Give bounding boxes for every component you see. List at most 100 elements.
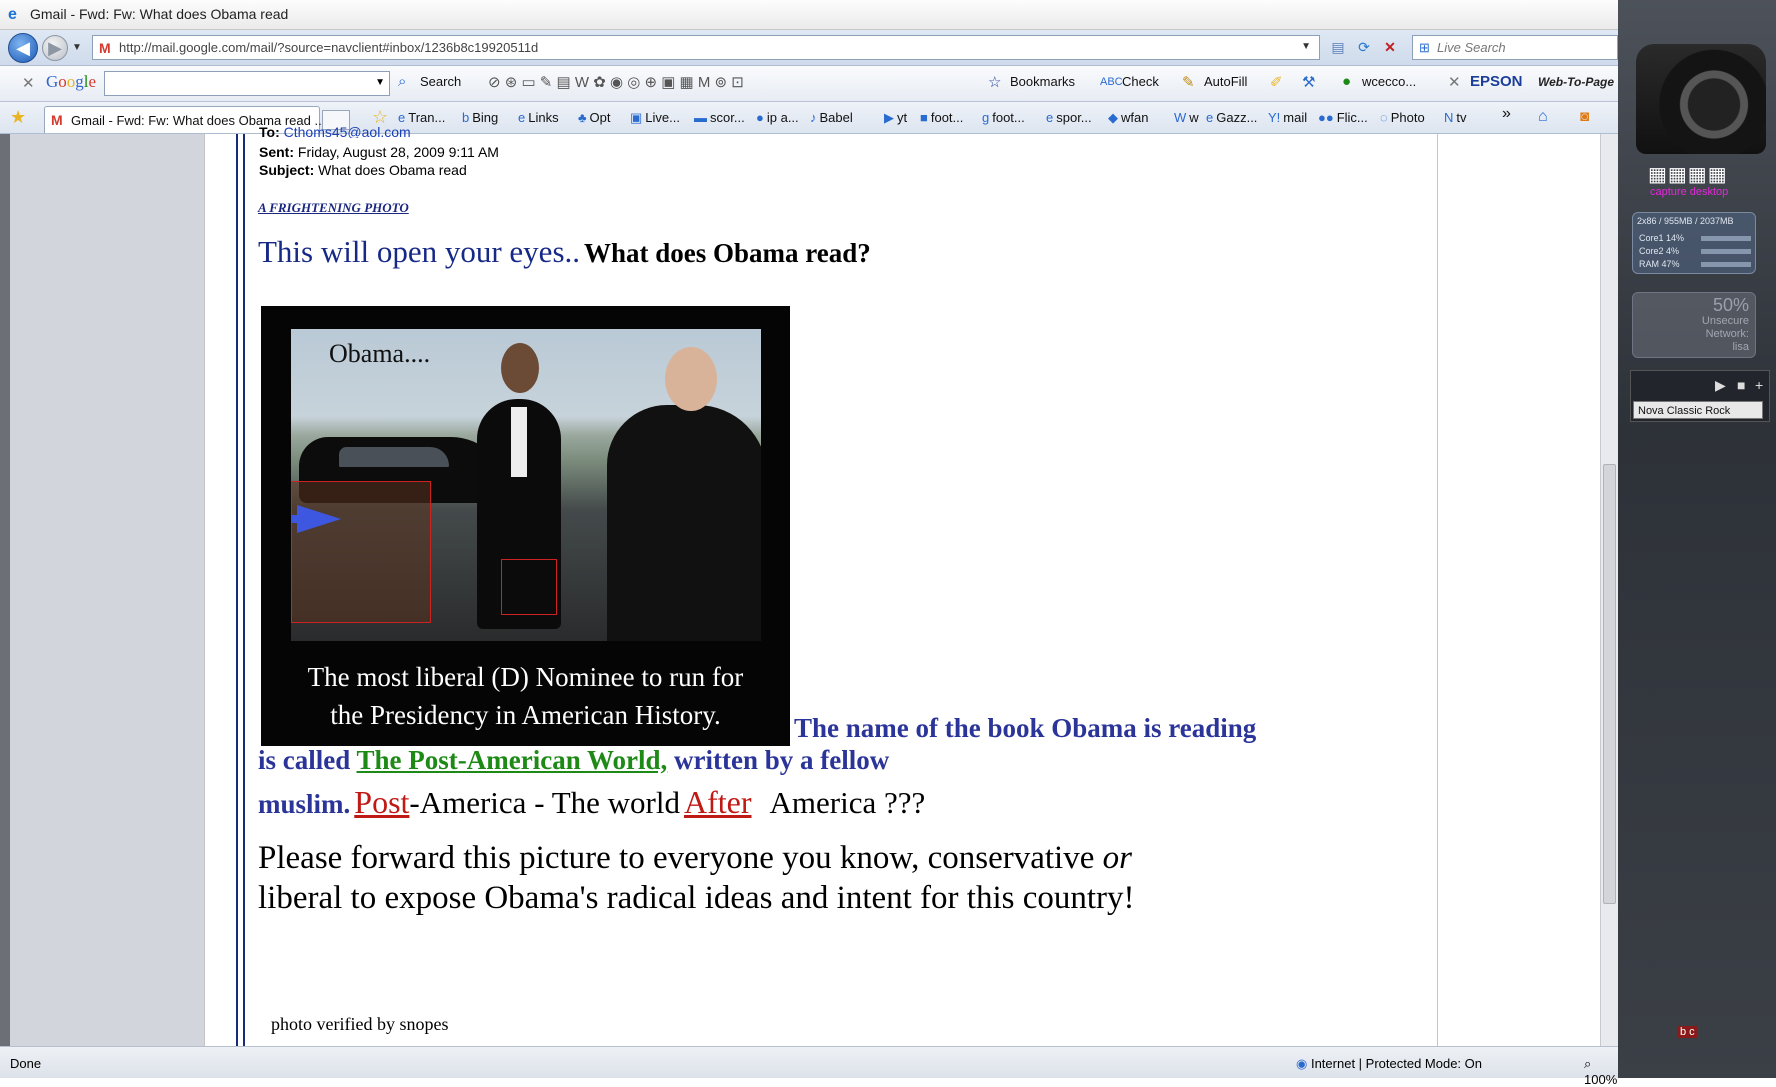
book-title-link[interactable]: The Post-American World,	[357, 745, 668, 775]
rss-feed-icon[interactable]: ◙	[1580, 108, 1589, 125]
network-line1: Unsecure	[1701, 315, 1749, 327]
car-window	[339, 447, 449, 467]
network-percent: 50%	[1712, 295, 1749, 315]
favorite-link[interactable]: e Links	[518, 110, 559, 125]
flickr-icon: ●●	[1318, 110, 1334, 125]
favorite-label: Bing	[472, 110, 499, 125]
para2-text-b: liberal to expose Obama's radical ideas …	[258, 880, 1135, 916]
book-highlight-box	[501, 559, 557, 615]
radio-gadget: ▶ ■ + Nova Classic Rock	[1630, 370, 1770, 422]
muslim-text: muslim.	[258, 789, 351, 819]
second-man-head	[665, 347, 717, 411]
favorite-link[interactable]: b Bing	[462, 110, 498, 125]
cpu-title: 2x86 / 955MB / 2037MB	[1637, 216, 1734, 226]
home-icon[interactable]: ⌂	[1538, 108, 1548, 126]
sent-value: Friday, August 28, 2009 9:11 AM	[297, 144, 499, 160]
highlight-icon[interactable]: ✐	[1270, 73, 1283, 91]
favorite-link[interactable]: ●● Flic...	[1318, 110, 1368, 125]
web-to-page-button[interactable]: Web-To-Page	[1538, 75, 1614, 89]
favorite-label: Photo	[1390, 110, 1425, 125]
globe-icon: ◉	[1296, 1056, 1308, 1071]
stop-icon[interactable]: ■	[1737, 377, 1745, 393]
close-toolbar-icon[interactable]: ✕	[22, 74, 35, 92]
favorite-link[interactable]: Ww	[1174, 110, 1199, 125]
google-search-input[interactable]: ▼	[104, 71, 390, 96]
radio-station-select[interactable]: Nova Classic Rock	[1633, 401, 1763, 419]
obama-shirt	[511, 407, 527, 477]
wcecco-button[interactable]: wcecco...	[1362, 74, 1416, 89]
cpu-row: Core2 4%	[1639, 246, 1680, 256]
favorite-link[interactable]: ◆ wfan	[1108, 110, 1148, 126]
add-icon[interactable]: +	[1755, 377, 1763, 393]
favorites-star-icon[interactable]: ★	[10, 107, 26, 128]
address-dropdown-icon[interactable]: ▼	[1301, 41, 1311, 52]
score-icon: ▬	[694, 110, 707, 125]
autofill-button[interactable]: AutoFill	[1204, 74, 1247, 89]
live-search-placeholder[interactable]: Live Search	[1437, 40, 1506, 55]
capture-desktop-label[interactable]: capture desktop	[1650, 186, 1728, 198]
address-url[interactable]: http://mail.google.com/mail/?source=navc…	[119, 40, 538, 55]
more-favorites-icon[interactable]: »	[1502, 105, 1511, 123]
para2-text-a: Please forward this picture to everyone …	[258, 840, 1095, 876]
search-icon[interactable]: ⌕	[398, 73, 406, 90]
address-bar[interactable]: M http://mail.google.com/mail/?source=na…	[92, 35, 1320, 60]
favorite-link[interactable]: ▣ Live...	[630, 110, 680, 126]
to-email-link[interactable]: Cthoms45@aol.com	[284, 124, 411, 138]
compatibility-view-icon[interactable]: ▤	[1328, 36, 1348, 58]
gmail-tab-icon: M	[51, 112, 63, 128]
subject-value: What does Obama read	[318, 162, 467, 178]
gmail-favicon-icon: M	[99, 40, 111, 56]
wikipedia-icon: W	[1174, 110, 1187, 125]
stop-icon[interactable]: ✕	[1380, 36, 1400, 58]
check-button[interactable]: Check	[1122, 74, 1159, 89]
photo-scene: Obama....	[291, 329, 761, 641]
google-logo: Google	[46, 72, 97, 91]
favorite-link[interactable]: e Gazz...	[1206, 110, 1257, 125]
wfan-icon: ◆	[1108, 110, 1118, 125]
favorite-link[interactable]: e Tran...	[398, 110, 445, 125]
favorite-link[interactable]: ♪ Babel	[810, 110, 853, 125]
google-search-button[interactable]: Search	[420, 74, 461, 89]
favorite-link[interactable]: e spor...	[1046, 110, 1092, 125]
favorite-link[interactable]: g foot...	[982, 110, 1025, 125]
favorite-label: wfan	[1121, 110, 1149, 125]
favorite-label: w	[1189, 110, 1199, 125]
status-text: Done	[10, 1056, 42, 1071]
quote-bar	[243, 134, 245, 1046]
favorite-label: foot...	[992, 110, 1025, 125]
forward-button[interactable]: ▶	[42, 35, 68, 61]
favorite-label: Babel	[819, 110, 853, 125]
favorite-link[interactable]: ◌ Photo	[1380, 110, 1425, 125]
camera-gadget-icon[interactable]	[1636, 44, 1766, 154]
history-dropdown-icon[interactable]: ▼	[72, 42, 82, 53]
vertical-scrollbar[interactable]	[1600, 134, 1618, 1046]
cpu-bar	[1701, 236, 1751, 241]
favorite-link[interactable]: ▶ yt	[884, 110, 907, 126]
live-search-box[interactable]: ⊞ Live Search	[1412, 35, 1618, 60]
favorite-link[interactable]: ■ foot...	[920, 110, 963, 125]
favorite-link[interactable]: Y! mail	[1268, 110, 1307, 125]
google-search-dropdown-icon[interactable]: ▼	[375, 77, 385, 88]
play-icon[interactable]: ▶	[1715, 377, 1726, 394]
after-text: After	[683, 784, 752, 820]
favorite-link[interactable]: ♣ Opt	[578, 110, 611, 125]
gmail-left-panel	[10, 134, 204, 1046]
bookmarks-button[interactable]: Bookmarks	[1010, 74, 1075, 89]
ie-logo-icon: e	[8, 6, 17, 23]
ie-page-icon: e	[1206, 110, 1214, 125]
zoom-control[interactable]: ⌕ 100%	[1584, 1056, 1618, 1087]
settings-wrench-icon[interactable]: ⚒	[1302, 73, 1315, 91]
favorite-link[interactable]: Ntv	[1444, 110, 1467, 125]
frightening-photo-link[interactable]: A FRIGHTENING PHOTO	[258, 200, 409, 216]
foot-icon: g	[982, 110, 990, 125]
close-epson-toolbar-icon[interactable]: ✕	[1448, 73, 1461, 91]
favorite-label: Opt	[589, 110, 611, 125]
zone-text: Internet | Protected Mode: On	[1310, 1056, 1482, 1071]
scrollbar-thumb[interactable]	[1603, 464, 1616, 904]
toolbar-tools-icons[interactable]: ⊘ ⊛ ▭ ✎ ▤ W ✿ ◉ ◎ ⊕ ▣ ▦ M ⊚ ⊡	[488, 73, 744, 91]
favorite-link[interactable]: ● ip a...	[756, 110, 799, 125]
favorite-link[interactable]: ▬ scor...	[694, 110, 745, 125]
obama-head	[501, 343, 539, 393]
back-button[interactable]: ◀	[8, 33, 38, 63]
refresh-icon[interactable]: ⟳	[1354, 36, 1374, 58]
